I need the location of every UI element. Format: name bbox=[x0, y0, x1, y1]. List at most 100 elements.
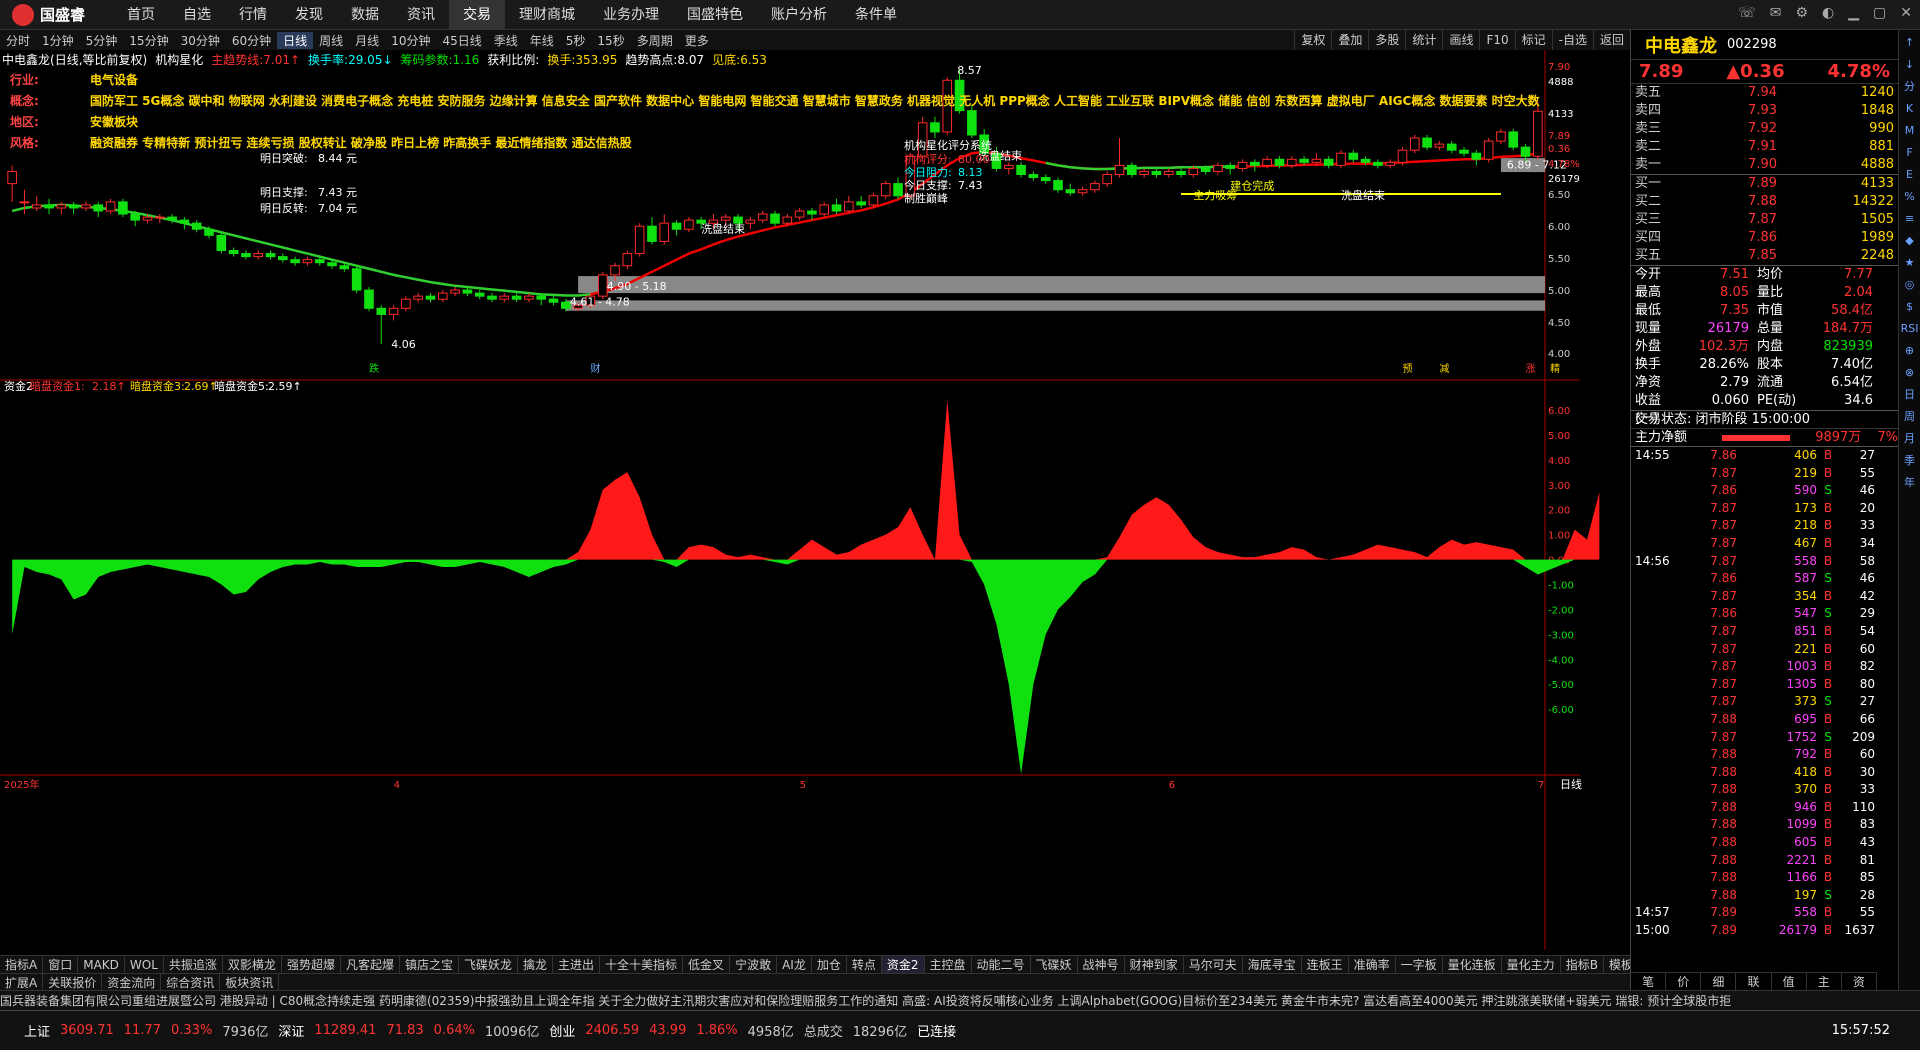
settings-icon[interactable]: ⚙ bbox=[1795, 5, 1808, 21]
side-tool-icon-8[interactable]: ≡ bbox=[1901, 210, 1919, 228]
info-tab-4[interactable]: 板块资讯 bbox=[220, 974, 280, 990]
nav-item-10[interactable]: 账户分析 bbox=[757, 0, 841, 30]
indicator-tab-13[interactable]: 低金叉 bbox=[683, 956, 731, 973]
indicator-tab-30[interactable]: 量化主力 bbox=[1502, 956, 1561, 973]
side-tool-icon-11[interactable]: ◎ bbox=[1901, 276, 1919, 294]
bid-row[interactable]: 买三 7.87 1505 bbox=[1631, 211, 1898, 229]
indicator-tab-4[interactable]: 共振追涨 bbox=[164, 956, 223, 973]
indicator-tab-11[interactable]: 主进出 bbox=[553, 956, 601, 973]
period-tab-16[interactable]: 更多 bbox=[679, 32, 715, 49]
indicator-tab-18[interactable]: 资金2 bbox=[881, 956, 925, 973]
news-ticker[interactable]: 国兵器装备集团有限公司重组进展暨公司 港股异动 | C80概念持续走强 药明康德… bbox=[0, 990, 1920, 1010]
nav-item-8[interactable]: 业务办理 bbox=[589, 0, 673, 30]
side-tool-icon-3[interactable]: K bbox=[1901, 100, 1919, 118]
sh-label[interactable]: 上证 bbox=[24, 1021, 50, 1040]
period-tab-12[interactable]: 年线 bbox=[524, 32, 560, 49]
toolbar-btn-5[interactable]: F10 bbox=[1479, 30, 1514, 50]
nav-item-1[interactable]: 自选 bbox=[169, 0, 225, 30]
indicator-tab-3[interactable]: WOL bbox=[125, 956, 164, 973]
toolbar-btn-4[interactable]: 画线 bbox=[1442, 30, 1479, 50]
period-tab-2[interactable]: 5分钟 bbox=[80, 32, 124, 49]
nav-item-9[interactable]: 国盛特色 bbox=[673, 0, 757, 30]
side-tool-icon-2[interactable]: 分 bbox=[1901, 78, 1919, 96]
side-tool-icon-0[interactable]: ↑ bbox=[1901, 34, 1919, 52]
period-tab-13[interactable]: 5秒 bbox=[560, 32, 592, 49]
period-tab-4[interactable]: 30分钟 bbox=[175, 32, 226, 49]
indicator-tab-20[interactable]: 动能二号 bbox=[972, 956, 1031, 973]
nav-item-4[interactable]: 数据 bbox=[337, 0, 393, 30]
period-tab-0[interactable]: 分时 bbox=[0, 32, 36, 49]
period-tab-8[interactable]: 月线 bbox=[349, 32, 385, 49]
toolbar-btn-1[interactable]: 叠加 bbox=[1331, 30, 1368, 50]
side-tool-icon-9[interactable]: ◆ bbox=[1901, 232, 1919, 250]
indicator-tab-16[interactable]: 加仓 bbox=[812, 956, 847, 973]
indicator-tab-31[interactable]: 指标B bbox=[1561, 956, 1604, 973]
indicator-tab-24[interactable]: 马尔可夫 bbox=[1184, 956, 1243, 973]
side-tab-6[interactable]: 资 bbox=[1842, 973, 1877, 990]
period-tab-9[interactable]: 10分钟 bbox=[385, 32, 436, 49]
info-tab-0[interactable]: 扩展A bbox=[0, 974, 44, 990]
indicator-tab-29[interactable]: 量化连板 bbox=[1443, 956, 1502, 973]
indicator-tab-10[interactable]: 擒龙 bbox=[518, 956, 554, 973]
period-tab-10[interactable]: 45日线 bbox=[436, 32, 487, 49]
indicator-tab-0[interactable]: 指标A bbox=[0, 956, 44, 973]
indicator-tab-2[interactable]: MAKD bbox=[78, 956, 125, 973]
toolbar-btn-0[interactable]: 复权 bbox=[1294, 30, 1331, 50]
side-tool-icon-5[interactable]: F bbox=[1901, 144, 1919, 162]
period-tab-15[interactable]: 多周期 bbox=[631, 32, 679, 49]
skin-icon[interactable]: ◐ bbox=[1822, 5, 1834, 21]
indicator-tab-27[interactable]: 准确率 bbox=[1349, 956, 1396, 973]
indicator-tab-28[interactable]: 一字板 bbox=[1396, 956, 1443, 973]
nav-item-11[interactable]: 条件单 bbox=[841, 0, 911, 30]
toolbar-btn-6[interactable]: 标记 bbox=[1514, 30, 1552, 50]
side-tab-4[interactable]: 值 bbox=[1772, 973, 1807, 990]
indicator-tab-6[interactable]: 强势超爆 bbox=[282, 956, 341, 973]
toolbar-btn-3[interactable]: 统计 bbox=[1405, 30, 1442, 50]
side-tool-icon-14[interactable]: ⊕ bbox=[1901, 342, 1919, 360]
side-tool-icon-15[interactable]: ⊗ bbox=[1901, 364, 1919, 382]
period-tab-3[interactable]: 15分钟 bbox=[123, 32, 174, 49]
indicator-tab-21[interactable]: 飞碟妖 bbox=[1031, 956, 1078, 973]
side-tool-icon-12[interactable]: $ bbox=[1901, 298, 1919, 316]
close-icon[interactable]: ✕ bbox=[1900, 5, 1912, 21]
side-tab-0[interactable]: 笔 bbox=[1631, 973, 1667, 990]
toolbar-btn-8[interactable]: 返回 bbox=[1592, 30, 1630, 50]
side-tool-icon-19[interactable]: 季 bbox=[1901, 452, 1919, 470]
nav-item-3[interactable]: 发现 bbox=[281, 0, 337, 30]
toolbar-btn-7[interactable]: -自选 bbox=[1551, 30, 1593, 50]
mail-icon[interactable]: ✉ bbox=[1770, 5, 1782, 21]
period-tab-5[interactable]: 60分钟 bbox=[226, 32, 277, 49]
side-tool-icon-10[interactable]: ★ bbox=[1901, 254, 1919, 272]
side-tab-1[interactable]: 价 bbox=[1666, 973, 1702, 990]
side-tool-icon-13[interactable]: RSI bbox=[1901, 320, 1919, 338]
indicator-tab-12[interactable]: 十全十美指标 bbox=[600, 956, 684, 973]
info-tab-1[interactable]: 关联报价 bbox=[43, 974, 103, 990]
indicator-tab-1[interactable]: 窗口 bbox=[43, 956, 79, 973]
indicator-tab-8[interactable]: 镇店之宝 bbox=[400, 956, 459, 973]
tick-list[interactable]: 14:55 7.86 406 B 27 7.87 219 B 55 7.86 590 S 46 7.87 1… bbox=[1631, 447, 1898, 940]
indicator-name[interactable]: 机构星化 bbox=[155, 51, 203, 68]
indicator-tab-19[interactable]: 主控盘 bbox=[925, 956, 972, 973]
ask-row[interactable]: 卖一 7.90 4888 bbox=[1631, 156, 1898, 174]
chart-svg[interactable]: 4.90 - 5.184.61 - 4.786.89 - 7.124.068.5… bbox=[0, 50, 1630, 955]
info-tab-3[interactable]: 综合资讯 bbox=[161, 974, 221, 990]
cy-label[interactable]: 创业 bbox=[549, 1021, 575, 1040]
nav-item-6[interactable]: 交易 bbox=[449, 0, 506, 30]
sz-label[interactable]: 深证 bbox=[278, 1021, 304, 1040]
bid-row[interactable]: 买四 7.86 1989 bbox=[1631, 229, 1898, 247]
nav-item-2[interactable]: 行情 bbox=[225, 0, 281, 30]
indicator-tab-22[interactable]: 战神号 bbox=[1078, 956, 1125, 973]
side-tool-icon-17[interactable]: 周 bbox=[1901, 408, 1919, 426]
side-tool-icon-16[interactable]: 日 bbox=[1901, 386, 1919, 404]
period-tab-11[interactable]: 季线 bbox=[488, 32, 524, 49]
side-tool-icon-1[interactable]: ↓ bbox=[1901, 56, 1919, 74]
kline-chart-area[interactable]: 4.90 - 5.18 4.61 - 4.78 6.89 - 7.12 4.06 8.5… bbox=[0, 50, 1630, 955]
period-tab-6[interactable]: 日线 bbox=[277, 31, 314, 49]
indicator-tab-9[interactable]: 飞碟妖龙 bbox=[459, 956, 518, 973]
ask-row[interactable]: 卖三 7.92 990 bbox=[1631, 120, 1898, 138]
nav-item-5[interactable]: 资讯 bbox=[393, 0, 449, 30]
ask-row[interactable]: 卖四 7.93 1848 bbox=[1631, 102, 1898, 120]
ask-row[interactable]: 卖五 7.94 1240 bbox=[1631, 84, 1898, 102]
toolbar-btn-2[interactable]: 多股 bbox=[1368, 30, 1405, 50]
bid-row[interactable]: 买二 7.88 14322 bbox=[1631, 193, 1898, 211]
